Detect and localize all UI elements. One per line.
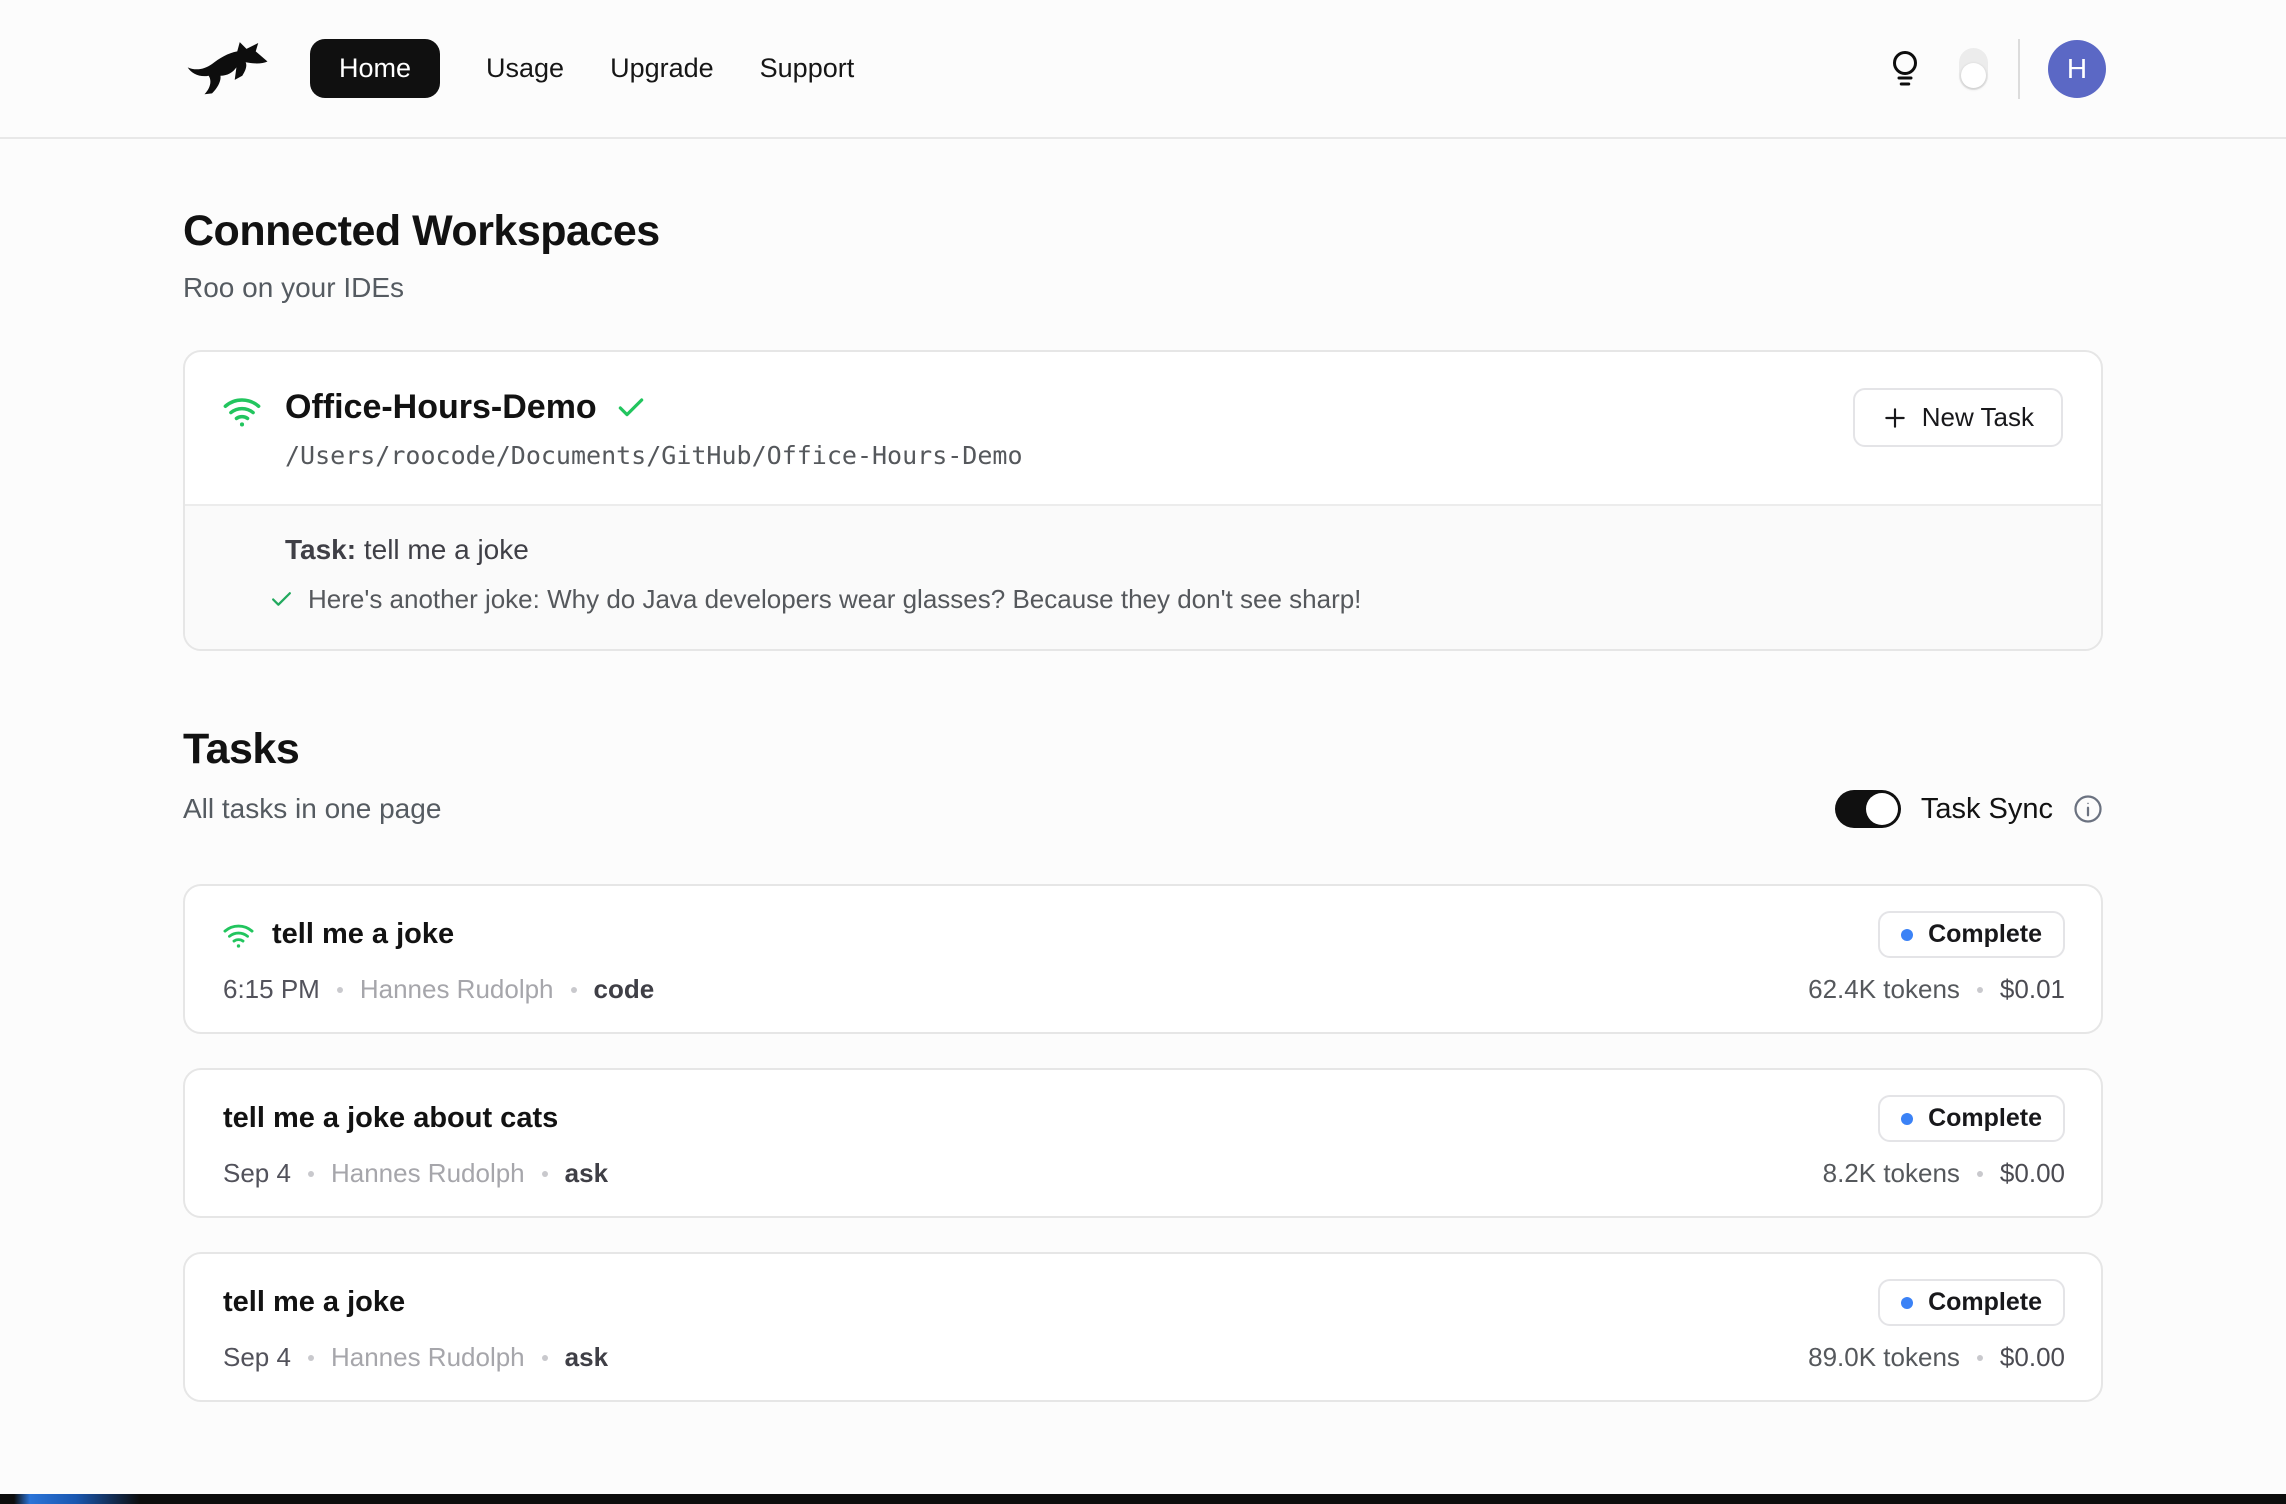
task-row[interactable]: tell me a joke about cats Complete Sep 4…	[183, 1068, 2103, 1218]
separator-dot	[308, 1355, 314, 1361]
task-author: Hannes Rudolph	[331, 1158, 525, 1189]
task-sync-label: Task Sync	[1921, 793, 2053, 826]
nav-home[interactable]: Home	[310, 39, 440, 98]
separator-dot	[542, 1171, 548, 1177]
workspace-verified-check-icon	[615, 392, 647, 424]
separator-dot	[1977, 1171, 1983, 1177]
main-nav: Home Usage Upgrade Support	[310, 39, 854, 98]
info-icon[interactable]	[2073, 794, 2103, 824]
separator-dot	[542, 1355, 548, 1361]
task-cost: $0.00	[2000, 1342, 2065, 1373]
nav-upgrade[interactable]: Upgrade	[610, 53, 714, 84]
result-check-icon	[269, 587, 294, 612]
task-author: Hannes Rudolph	[360, 974, 554, 1005]
workspace-card: Office-Hours-Demo /Users/roocode/Documen…	[183, 350, 2103, 651]
task-result-text: Here's another joke: Why do Java develop…	[308, 584, 1361, 615]
separator-dot	[308, 1171, 314, 1177]
task-mode: ask	[565, 1342, 608, 1373]
status-label: Complete	[1928, 920, 2042, 949]
workspace-path: /Users/roocode/Documents/GitHub/Office-H…	[285, 441, 1023, 470]
status-badge: Complete	[1878, 1279, 2065, 1326]
task-list: tell me a joke Complete 6:15 PM Hannes R…	[183, 884, 2103, 1462]
task-sync-toggle[interactable]	[1835, 790, 1901, 828]
roo-kangaroo-logo[interactable]	[186, 41, 270, 97]
theme-toggle-knob	[1961, 63, 1986, 88]
workspace-name: Office-Hours-Demo	[285, 388, 597, 427]
status-label: Complete	[1928, 1288, 2042, 1317]
nav-support[interactable]: Support	[760, 53, 855, 84]
task-title: tell me a joke	[223, 1286, 405, 1319]
separator-dot	[1977, 1355, 1983, 1361]
task-sync-control: Task Sync	[1835, 790, 2103, 828]
task-mode: code	[594, 974, 655, 1005]
background-window-edge	[0, 1494, 2286, 1504]
task-connected-wifi-icon	[223, 921, 254, 949]
workspace-latest-task[interactable]: Task: tell me a joke Here's another joke…	[185, 504, 2101, 649]
connected-workspaces-title: Connected Workspaces	[183, 207, 2103, 256]
task-row[interactable]: tell me a joke Complete Sep 4 Hannes Rud…	[183, 1252, 2103, 1402]
task-mode: ask	[565, 1158, 608, 1189]
status-dot-icon	[1901, 1113, 1913, 1125]
task-text: tell me a joke	[364, 534, 529, 565]
task-author: Hannes Rudolph	[331, 1342, 525, 1373]
task-time: 6:15 PM	[223, 974, 320, 1005]
user-avatar[interactable]: H	[2048, 40, 2106, 98]
task-time: Sep 4	[223, 1158, 291, 1189]
top-nav-bar: Home Usage Upgrade Support H	[0, 0, 2286, 139]
status-label: Complete	[1928, 1104, 2042, 1133]
task-cost: $0.01	[2000, 974, 2065, 1005]
plus-icon	[1882, 405, 1908, 431]
new-task-button[interactable]: New Task	[1853, 388, 2063, 447]
status-dot-icon	[1901, 929, 1913, 941]
status-badge: Complete	[1878, 1095, 2065, 1142]
main-content: Connected Workspaces Roo on your IDEs Of…	[0, 207, 2286, 1462]
status-dot-icon	[1901, 1297, 1913, 1309]
lightbulb-icon	[1887, 49, 1923, 89]
theme-lightbulb-button[interactable]	[1887, 49, 1923, 89]
task-row[interactable]: tell me a joke Complete 6:15 PM Hannes R…	[183, 884, 2103, 1034]
task-tokens: 8.2K tokens	[1823, 1158, 1960, 1189]
connected-workspaces-subtitle: Roo on your IDEs	[183, 272, 2103, 304]
task-cost: $0.00	[2000, 1158, 2065, 1189]
workspace-connected-wifi-icon	[223, 394, 261, 428]
new-task-label: New Task	[1922, 402, 2034, 433]
task-tokens: 89.0K tokens	[1808, 1342, 1960, 1373]
separator-dot	[1977, 987, 1983, 993]
task-title: tell me a joke about cats	[223, 1102, 558, 1135]
separator-dot	[571, 987, 577, 993]
task-time: Sep 4	[223, 1342, 291, 1373]
tasks-subtitle: All tasks in one page	[183, 793, 441, 825]
tasks-title: Tasks	[183, 725, 2103, 774]
header-divider	[2018, 39, 2020, 99]
task-title: tell me a joke	[272, 918, 454, 951]
separator-dot	[337, 987, 343, 993]
header-actions: H	[1887, 39, 2106, 99]
task-tokens: 62.4K tokens	[1808, 974, 1960, 1005]
task-sync-toggle-knob	[1866, 793, 1898, 825]
nav-usage[interactable]: Usage	[486, 53, 564, 84]
theme-mode-toggle[interactable]	[1959, 48, 1988, 90]
task-label: Task:	[285, 534, 356, 565]
status-badge: Complete	[1878, 911, 2065, 958]
